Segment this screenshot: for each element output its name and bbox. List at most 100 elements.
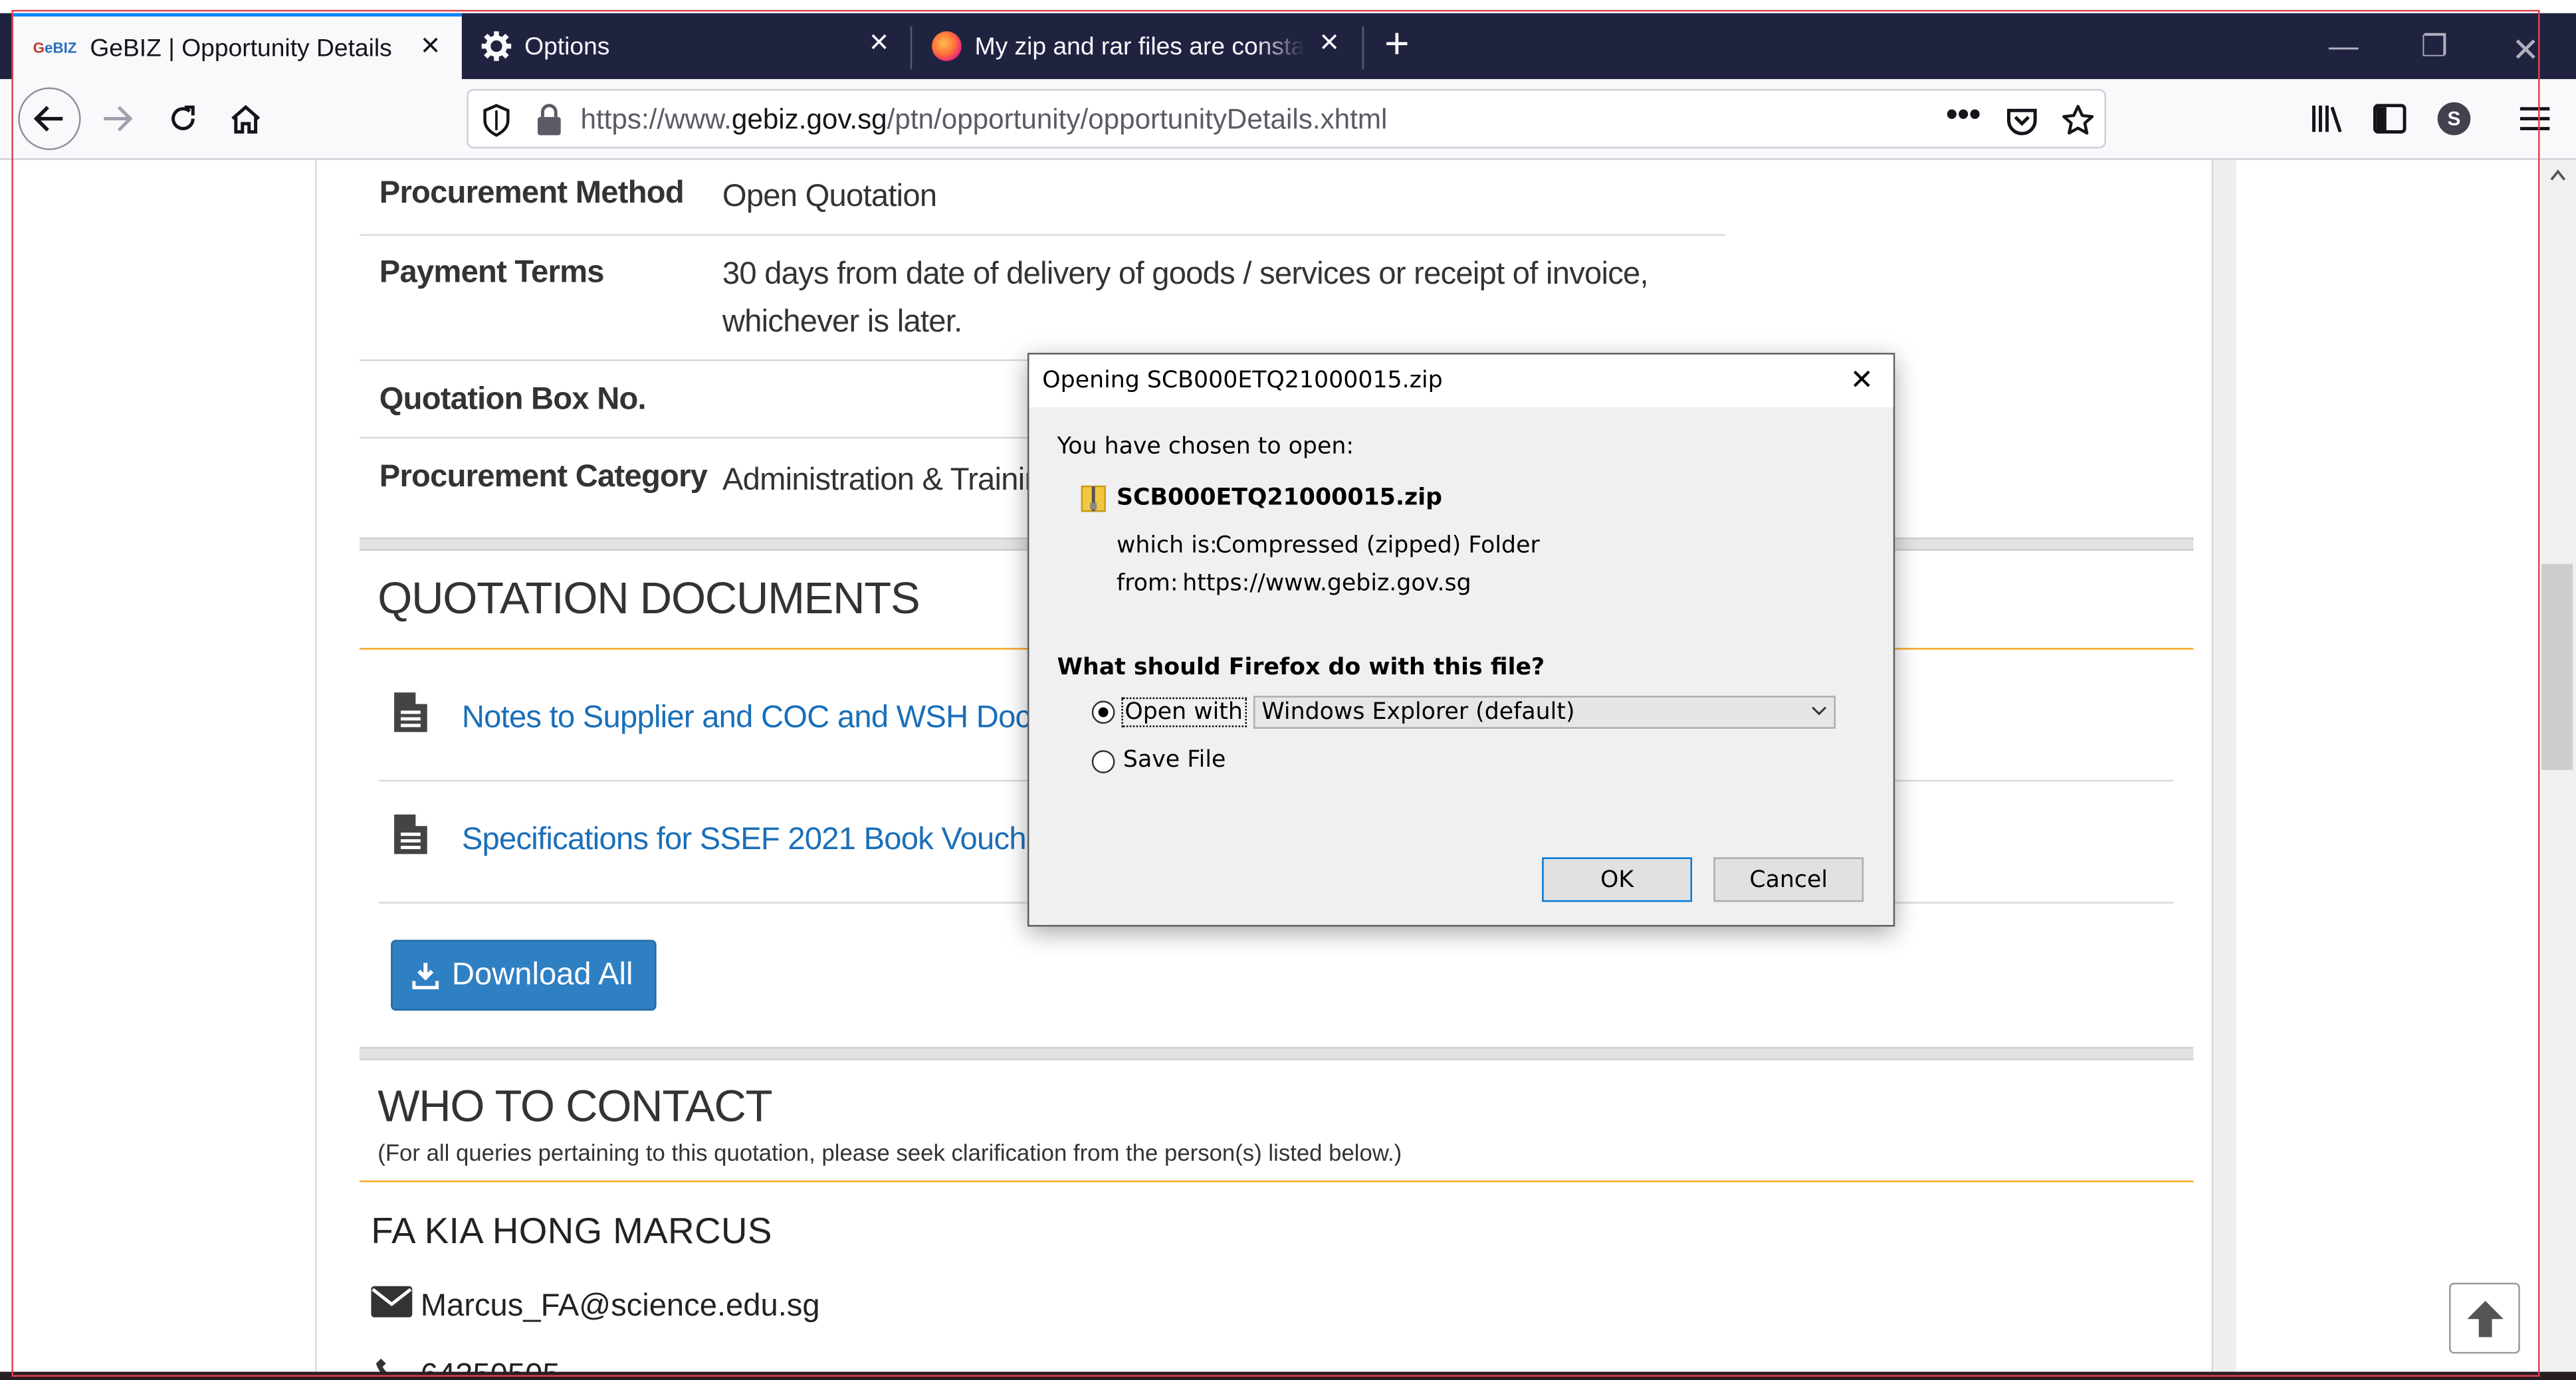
forward-button[interactable]: [90, 92, 143, 145]
close-tab-icon[interactable]: ×: [415, 30, 445, 63]
arrow-left-icon: [33, 106, 63, 132]
contact-note: (For all queries pertaining to this quot…: [377, 1139, 1402, 1166]
row-label: Procurement Method: [379, 176, 685, 211]
sidebar-button[interactable]: [2363, 92, 2416, 145]
section-title-documents: QUOTATION DOCUMENTS: [377, 573, 920, 624]
close-tab-icon[interactable]: ×: [864, 27, 894, 60]
row-label: Quotation Box No.: [379, 382, 647, 417]
firefox-icon: [932, 31, 962, 61]
cancel-button[interactable]: Cancel: [1713, 857, 1864, 902]
save-file-radio[interactable]: [1091, 750, 1115, 773]
document-link[interactable]: Notes to Supplier and COC and WSH Docume…: [462, 701, 1107, 738]
url-host: gebiz.gov.sg: [731, 104, 887, 136]
tab-options[interactable]: Options ×: [465, 13, 911, 79]
envelope-icon: [371, 1286, 413, 1318]
tab-strip: GeBIZ GeBIZ | Opportunity Details × Opti…: [0, 13, 2576, 80]
open-with-label[interactable]: Open with: [1121, 697, 1246, 728]
from-value: https://www.gebiz.gov.sg: [1182, 570, 1471, 597]
arrow-right-icon: [104, 106, 133, 132]
document-icon: [394, 692, 427, 732]
chevron-down-icon: [1812, 706, 1827, 716]
section-title-contact: WHO TO CONTACT: [377, 1081, 772, 1132]
open-with-select[interactable]: Windows Explorer (default): [1253, 696, 1836, 729]
dialog-intro: You have chosen to open:: [1057, 433, 1354, 460]
library-button[interactable]: [2301, 92, 2353, 145]
url-prefix: https://www.: [580, 104, 732, 136]
contact-email[interactable]: Marcus_FA@science.edu.sg: [421, 1290, 820, 1326]
dialog-filename: SCB000ETQ21000015.zip: [1116, 484, 1443, 512]
section-underline: [359, 1180, 2194, 1183]
content-right-gutter: [2211, 159, 2236, 1380]
scroll-to-top-button[interactable]: [2449, 1282, 2520, 1354]
ok-label: OK: [1600, 866, 1634, 893]
content-left-border: [314, 159, 317, 1380]
gebiz-favicon-icon: GeBIZ: [33, 39, 77, 56]
document-icon: [394, 814, 427, 854]
reload-button[interactable]: [157, 92, 209, 145]
home-button[interactable]: [219, 92, 272, 145]
download-all-button[interactable]: Download All: [391, 939, 657, 1011]
dialog-title: Opening SCB000ETQ21000015.zip: [1042, 367, 1443, 395]
open-with-radio[interactable]: [1091, 700, 1115, 724]
nav-bar: https://www.gebiz.gov.sg/ptn/opportunity…: [0, 79, 2576, 160]
open-with-value: Windows Explorer (default): [1261, 699, 1575, 726]
tab-zip-rar[interactable]: My zip and rar files are constan ×: [912, 13, 1360, 79]
open-file-dialog: Opening SCB000ETQ21000015.zip ✕ You have…: [1027, 353, 1895, 927]
home-icon: [231, 105, 261, 134]
arrow-up-icon: [2466, 1300, 2503, 1337]
restore-icon[interactable]: ❐: [2421, 30, 2448, 64]
cancel-label: Cancel: [1749, 866, 1828, 893]
download-all-label: Download All: [451, 957, 633, 992]
row-label: Procurement Category: [379, 460, 708, 495]
bookmark-star-icon[interactable]: [2062, 104, 2095, 137]
account-button[interactable]: S: [2428, 92, 2480, 145]
zip-folder-icon: [1081, 485, 1106, 512]
url-text[interactable]: https://www.gebiz.gov.sg/ptn/opportunity…: [580, 104, 1387, 137]
row-label: Payment Terms: [379, 255, 605, 290]
gear-icon: [481, 31, 512, 61]
details-row: Procurement Method Open Quotation: [359, 160, 1725, 236]
avatar: S: [2437, 102, 2471, 136]
from-label: from:: [1116, 570, 1178, 597]
hamburger-icon: [2520, 107, 2550, 131]
page-actions-icon[interactable]: •••: [1946, 99, 1981, 137]
library-icon: [2312, 105, 2342, 133]
back-button[interactable]: [18, 87, 81, 150]
url-bar[interactable]: https://www.gebiz.gov.sg/ptn/opportunity…: [467, 89, 2106, 149]
dialog-titlebar: Opening SCB000ETQ21000015.zip ✕: [1029, 354, 1893, 407]
row-value-line1: 30 days from date of delivery of goods /…: [722, 257, 1649, 292]
close-window-icon[interactable]: ✕: [2512, 30, 2539, 71]
ok-button[interactable]: OK: [1542, 857, 1693, 902]
menu-button[interactable]: [2508, 92, 2561, 145]
scrollbar-thumb[interactable]: [2541, 563, 2573, 770]
screen: GeBIZ GeBIZ | Opportunity Details × Opti…: [0, 0, 2576, 1380]
row-value: Open Quotation: [722, 179, 937, 215]
tab-separator: [1362, 26, 1364, 70]
contact-name: FA KIA HONG MARCUS: [371, 1210, 772, 1252]
tab-title: GeBIZ | Opportunity Details: [90, 33, 392, 62]
tab-title: Options: [524, 32, 610, 60]
scroll-up-arrow-icon[interactable]: [2549, 168, 2566, 181]
which-is-value: Compressed (zipped) Folder: [1215, 532, 1540, 559]
close-tab-icon[interactable]: ×: [1315, 27, 1344, 60]
url-path: /ptn/opportunity/opportunityDetails.xhtm…: [887, 104, 1388, 136]
document-link[interactable]: Specifications for SSEF 2021 Book Vouche…: [462, 823, 1094, 859]
lock-icon[interactable]: [534, 104, 568, 137]
tab-gebiz[interactable]: GeBIZ GeBIZ | Opportunity Details ×: [13, 13, 462, 80]
tracking-protection-shield-icon[interactable]: [482, 104, 515, 137]
minimize-icon[interactable]: —: [2329, 30, 2359, 64]
taskbar-edge: [0, 1371, 2576, 1380]
download-icon: [412, 961, 439, 989]
reload-icon: [171, 105, 195, 130]
row-value-line2: whichever is later.: [722, 305, 962, 340]
details-row: Payment Terms 30 days from date of deliv…: [359, 234, 1725, 361]
tab-title: My zip and rar files are constan: [974, 32, 1305, 60]
which-is-label: which is:: [1116, 532, 1218, 559]
close-icon[interactable]: ✕: [1850, 364, 1874, 397]
row-value: Administration & Training: [722, 463, 1059, 498]
section-divider: [359, 1046, 2194, 1060]
pocket-icon[interactable]: [2006, 104, 2039, 137]
new-tab-button[interactable]: +: [1376, 21, 1419, 66]
save-file-label[interactable]: Save File: [1123, 747, 1226, 773]
sidebar-icon: [2373, 104, 2407, 134]
